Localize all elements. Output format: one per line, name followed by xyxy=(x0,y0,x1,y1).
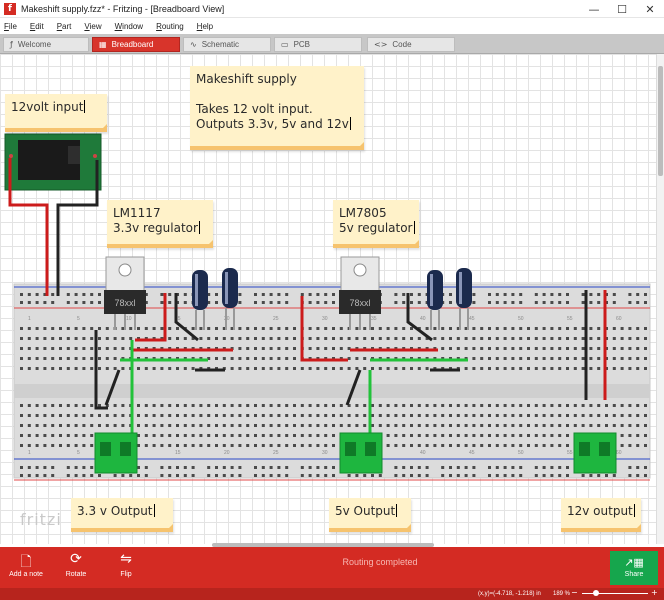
tab-label: Breadboard xyxy=(111,40,154,49)
column-number: 50 xyxy=(518,450,524,456)
welcome-icon: ƒ xyxy=(10,40,13,49)
column-number: 30 xyxy=(322,450,328,456)
note-5v-output-text[interactable]: 5v Output xyxy=(329,498,411,525)
note-lm7805-text[interactable]: LM7805 5v regulator xyxy=(333,200,419,242)
add-note-button[interactable]: 🗋 Add a note xyxy=(3,547,49,588)
tab-label: Schematic xyxy=(201,40,240,49)
tab-breadboard[interactable]: ▦ Breadboard xyxy=(92,37,180,52)
terminal-block-12v[interactable] xyxy=(573,432,617,474)
column-number: 1 xyxy=(28,316,31,322)
tab-welcome[interactable]: ƒ Welcome xyxy=(3,37,89,52)
menu-routing[interactable]: Routing xyxy=(156,22,184,31)
menu-bar: File Edit Part View Window Routing Help xyxy=(0,18,664,34)
column-number: 15 xyxy=(175,450,181,456)
share-icon: ↗▦ xyxy=(624,556,644,569)
tab-pcb[interactable]: ▭ PCB xyxy=(274,37,362,52)
note-12v-input-text[interactable]: 12volt input xyxy=(5,94,107,121)
maximize-button[interactable]: ☐ xyxy=(608,0,636,18)
minimize-button[interactable]: — xyxy=(580,0,608,18)
column-number: 35 xyxy=(371,316,377,322)
column-number: 55 xyxy=(567,316,573,322)
column-number: 60 xyxy=(616,450,622,456)
bottom-toolbar: 🗋 Add a note ⟳ Rotate ⇋ Flip Routing com… xyxy=(0,547,664,588)
zoom-out-button[interactable]: − xyxy=(571,588,578,597)
breadboard-canvas[interactable]: 1155101015152020252530303535404045455050… xyxy=(0,54,656,544)
note-lm7805[interactable]: LM7805 5v regulator xyxy=(333,200,419,248)
pcb-icon: ▭ xyxy=(281,40,289,49)
flip-icon: ⇋ xyxy=(120,551,132,567)
tab-label: Code xyxy=(392,40,412,49)
tab-label: PCB xyxy=(293,40,311,49)
view-tab-bar: ƒ Welcome ▦ Breadboard ∿ Schematic ▭ PCB… xyxy=(0,34,664,54)
column-number: 45 xyxy=(469,450,475,456)
column-number: 5 xyxy=(77,316,80,322)
dc-power-jack[interactable] xyxy=(4,133,102,191)
regulator-2-label: 78xxl xyxy=(349,298,370,308)
tab-schematic[interactable]: ∿ Schematic xyxy=(183,37,271,52)
note-lm1117-text[interactable]: LM1117 3.3v regulator xyxy=(107,200,213,242)
code-icon: <> xyxy=(374,40,388,49)
breadboard-icon: ▦ xyxy=(99,40,107,49)
zoom-level: 189 % xyxy=(553,591,571,597)
tab-label: Welcome xyxy=(17,40,52,49)
zoom-slider-track[interactable] xyxy=(582,593,648,594)
menu-file[interactable]: File xyxy=(4,22,17,31)
terminal-block-5v[interactable] xyxy=(339,432,383,474)
terminal-block-3v3[interactable] xyxy=(94,432,138,474)
menu-edit[interactable]: Edit xyxy=(30,22,44,31)
note-title[interactable]: Makeshift supply Takes 12 volt input. Ou… xyxy=(190,66,364,150)
flip-button[interactable]: ⇋ Flip xyxy=(103,547,149,588)
column-number: 30 xyxy=(322,316,328,322)
schematic-icon: ∿ xyxy=(190,40,197,49)
column-number: 25 xyxy=(273,316,279,322)
column-number: 55 xyxy=(567,450,573,456)
window-title: Makeshift supply.fzz* - Fritzing - [Brea… xyxy=(21,3,225,14)
tab-code[interactable]: <> Code xyxy=(367,37,455,52)
note-12v-output-text[interactable]: 12v output xyxy=(561,498,641,525)
note-lm1117[interactable]: LM1117 3.3v regulator xyxy=(107,200,213,248)
routing-status-message: Routing completed xyxy=(342,557,418,567)
rotate-button[interactable]: ⟳ Rotate xyxy=(53,547,99,588)
rotate-icon: ⟳ xyxy=(70,551,82,567)
close-button[interactable]: ✕ xyxy=(636,0,664,18)
fritzing-watermark: fritzi xyxy=(20,510,62,529)
share-button[interactable]: ↗▦ Share xyxy=(610,551,658,585)
column-number: 20 xyxy=(224,450,230,456)
zoom-slider-handle[interactable] xyxy=(593,590,599,596)
note-5v-output[interactable]: 5v Output xyxy=(329,498,411,532)
add-note-icon: 🗋 xyxy=(20,554,32,570)
column-number: 25 xyxy=(273,450,279,456)
menu-part[interactable]: Part xyxy=(57,22,72,31)
column-number: 50 xyxy=(518,316,524,322)
cursor-coordinates: (x,y)=(-4.718, -1.218) in xyxy=(478,591,541,597)
regulator-1-label: 78xxl xyxy=(114,298,135,308)
note-3v3-output-text[interactable]: 3.3 v Output xyxy=(71,498,173,525)
menu-help[interactable]: Help xyxy=(197,22,213,31)
column-number: 60 xyxy=(616,316,622,322)
title-bar: f Makeshift supply.fzz* - Fritzing - [Br… xyxy=(0,0,664,18)
vertical-scrollbar[interactable] xyxy=(656,54,664,544)
fritzing-app-icon: f xyxy=(4,2,16,15)
vertical-scrollbar-thumb[interactable] xyxy=(658,66,663,176)
note-12v-input[interactable]: 12volt input xyxy=(5,94,107,132)
column-number: 10 xyxy=(126,316,132,322)
menu-view[interactable]: View xyxy=(84,22,101,31)
column-number: 1 xyxy=(28,450,31,456)
zoom-in-button[interactable]: + xyxy=(651,588,658,597)
column-number: 40 xyxy=(420,450,426,456)
menu-window[interactable]: Window xyxy=(115,22,143,31)
status-bar: (x,y)=(-4.718, -1.218) in 189 % − + xyxy=(0,588,664,600)
column-number: 5 xyxy=(77,450,80,456)
column-number: 45 xyxy=(469,316,475,322)
column-number: 40 xyxy=(420,316,426,322)
window-controls: — ☐ ✕ xyxy=(580,0,664,18)
note-12v-output[interactable]: 12v output xyxy=(561,498,641,532)
note-title-text[interactable]: Makeshift supply Takes 12 volt input. Ou… xyxy=(190,66,364,138)
note-3v3-output[interactable]: 3.3 v Output xyxy=(71,498,173,532)
